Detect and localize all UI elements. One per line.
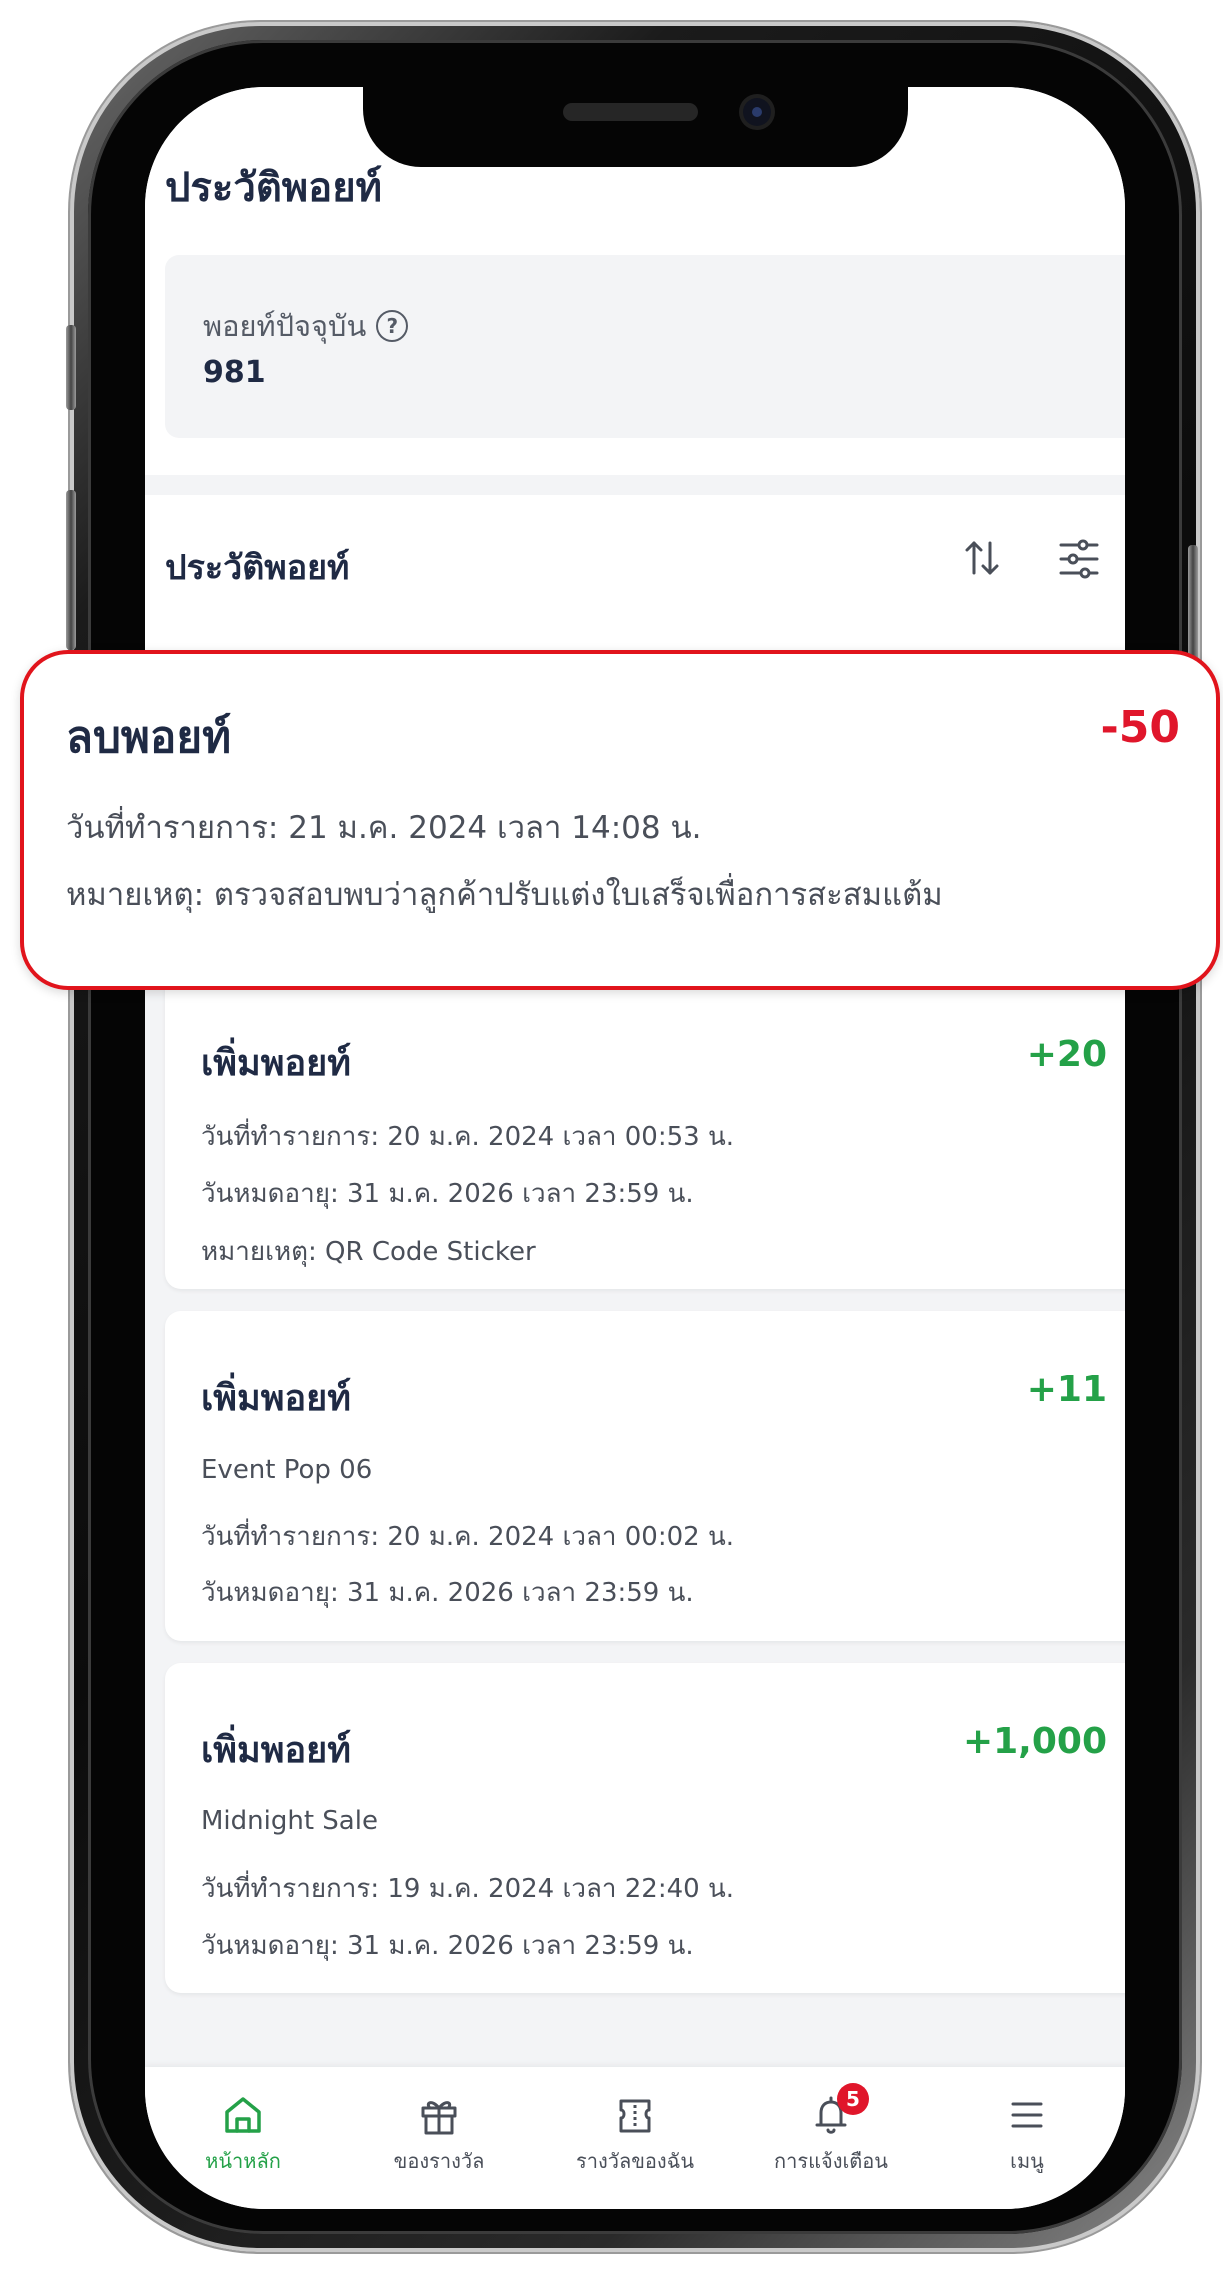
nav-item-rewards[interactable]: ของรางวัล xyxy=(341,2067,537,2187)
volume-down-button xyxy=(66,490,76,650)
home-icon xyxy=(225,2097,261,2133)
transaction-type: เพิ่มพอยท์ xyxy=(201,1378,351,1419)
bottom-navigation: หน้าหลัก ของรางวัล รางวัลของฉัน 5 การแจ้… xyxy=(145,2067,1125,2209)
nav-label-home: หน้าหลัก xyxy=(205,2149,281,2173)
transaction-detail: Event Pop 06 xyxy=(201,1455,373,1485)
transaction-detail: วันที่ทำรายการ: 20 ม.ค. 2024 เวลา 00:02 … xyxy=(201,1522,734,1552)
volume-up-button xyxy=(66,325,76,410)
transaction-amount: +20 xyxy=(1026,1034,1107,1075)
transaction-amount: +11 xyxy=(1026,1369,1107,1410)
highlighted-transaction-type: ลบพอยท์ xyxy=(66,712,232,763)
nav-item-notifications[interactable]: 5 การแจ้งเตือน xyxy=(733,2067,929,2187)
transaction-detail: วันที่ทำรายการ: 19 ม.ค. 2024 เวลา 22:40 … xyxy=(201,1874,734,1904)
nav-label-notifications: การแจ้งเตือน xyxy=(774,2149,888,2173)
question-circle-icon[interactable]: ? xyxy=(376,310,409,342)
transaction-type: เพิ่มพอยท์ xyxy=(201,1043,351,1084)
bell-icon-wrap: 5 xyxy=(809,2083,869,2137)
history-header: ประวัติพอยท์ xyxy=(145,495,1125,655)
transaction-type: เพิ่มพอยท์ xyxy=(201,1730,351,1771)
nav-label-rewards: ของรางวัล xyxy=(393,2149,485,2173)
nav-item-my-rewards[interactable]: รางวัลของฉัน xyxy=(537,2067,733,2187)
menu-icon xyxy=(1011,2102,1043,2128)
transaction-amount: +1,000 xyxy=(962,1721,1107,1762)
sort-arrows-icon[interactable] xyxy=(957,533,1007,583)
highlighted-transaction-card[interactable]: ลบพอยท์ -50 วันที่ทำรายการ: 21 ม.ค. 2024… xyxy=(20,650,1220,990)
transaction-card[interactable]: เพิ่มพอยท์ +20 วันที่ทำรายการ: 20 ม.ค. 2… xyxy=(165,974,1125,1289)
phone-screen: ประวัติพอยท์ พอยท์ปัจจุบัน ? 981 ประวัติ… xyxy=(145,87,1125,2209)
nav-item-menu[interactable]: เมนู xyxy=(929,2067,1125,2187)
notch xyxy=(363,87,908,167)
transaction-detail: หมายเหตุ: QR Code Sticker xyxy=(201,1237,536,1267)
transaction-detail: วันหมดอายุ: 31 ม.ค. 2026 เวลา 23:59 น. xyxy=(201,1578,694,1608)
current-points-label: พอยท์ปัจจุบัน xyxy=(203,309,367,343)
highlighted-transaction-note: หมายเหตุ: ตรวจสอบพบว่าลูกค้าปรับแต่งใบเส… xyxy=(66,877,943,913)
transaction-detail: Midnight Sale xyxy=(201,1806,378,1836)
nav-item-home[interactable]: หน้าหลัก xyxy=(145,2067,341,2187)
notification-badge: 5 xyxy=(837,2083,869,2115)
transaction-card[interactable]: เพิ่มพอยท์ +11 Event Pop 06 วันที่ทำรายก… xyxy=(165,1311,1125,1641)
highlighted-transaction-amount: -50 xyxy=(1100,702,1181,753)
current-points-label-row: พอยท์ปัจจุบัน ? xyxy=(203,303,409,349)
nav-label-my-rewards: รางวัลของฉัน xyxy=(576,2149,694,2173)
front-camera xyxy=(743,98,771,126)
gift-icon xyxy=(421,2101,457,2135)
sliders-icon[interactable] xyxy=(1055,535,1103,583)
highlighted-transaction-date: วันที่ทำรายการ: 21 ม.ค. 2024 เวลา 14:08 … xyxy=(66,810,702,846)
transaction-detail: วันหมดอายุ: 31 ม.ค. 2026 เวลา 23:59 น. xyxy=(201,1931,694,1961)
transaction-detail: วันหมดอายุ: 31 ม.ค. 2026 เวลา 23:59 น. xyxy=(201,1179,694,1209)
history-title: ประวัติพอยท์ xyxy=(165,548,350,588)
nav-label-menu: เมนู xyxy=(1010,2149,1044,2173)
transaction-detail: วันที่ทำรายการ: 20 ม.ค. 2024 เวลา 00:53 … xyxy=(201,1122,734,1152)
speaker-grille xyxy=(563,103,698,121)
current-points-box: พอยท์ปัจจุบัน ? 981 xyxy=(165,255,1125,438)
transaction-card[interactable]: เพิ่มพอยท์ +1,000 Midnight Sale วันที่ทำ… xyxy=(165,1663,1125,1993)
page-title: ประวัติพอยท์ xyxy=(165,165,382,211)
current-points-value: 981 xyxy=(203,355,266,390)
ticket-icon xyxy=(619,2099,651,2133)
